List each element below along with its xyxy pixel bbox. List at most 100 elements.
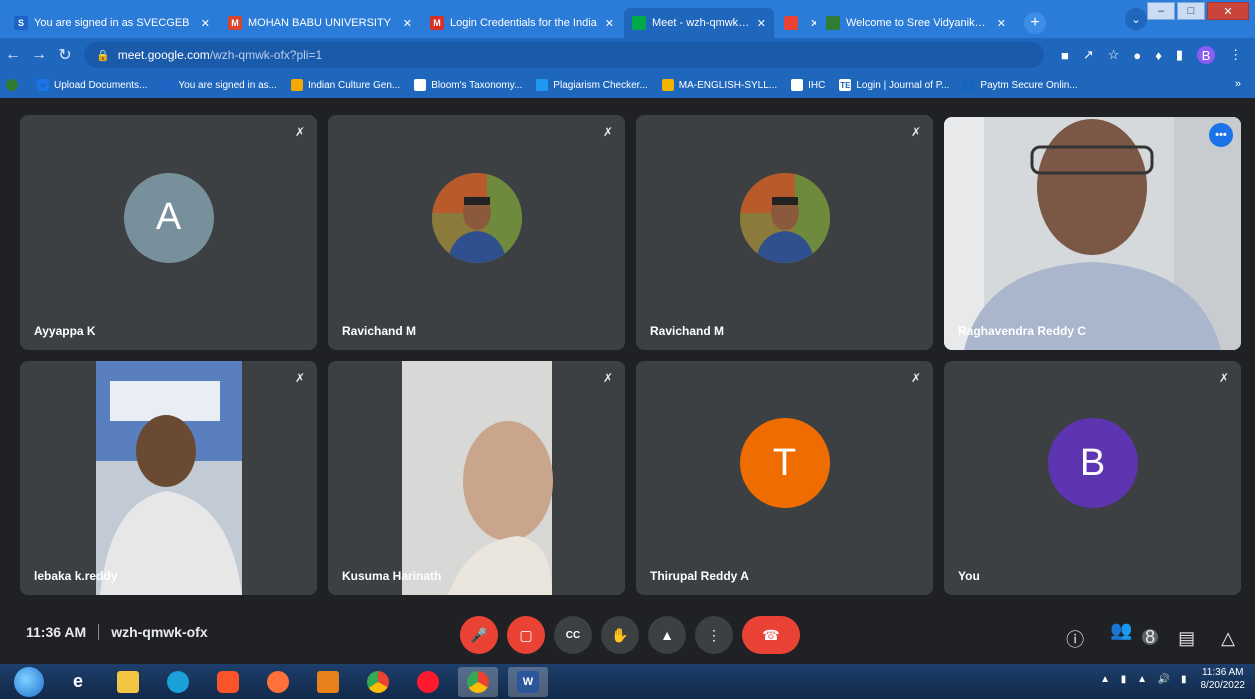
participant-tile[interactable]: ✗ Kusuma Harinath [328, 361, 625, 595]
extensions-puzzle-icon[interactable]: ♦ [1155, 48, 1162, 63]
participant-tile[interactable]: ••• Raghavendra Reddy C [944, 117, 1241, 350]
bookmark-item[interactable]: Indian Culture Gen... [290, 79, 400, 91]
bookmarks-overflow-icon[interactable]: » [1235, 78, 1241, 90]
browser-tab[interactable]: ✕ [776, 8, 816, 38]
meeting-info-icon[interactable]: ⓘ [1066, 626, 1084, 652]
tile-more-options-icon[interactable]: ••• [1209, 123, 1233, 147]
bookmark-item[interactable]: P Paytm Secure Onlin... [963, 79, 1078, 91]
meeting-code: wzh-qmwk-ofx [111, 624, 208, 640]
tab-close-icon[interactable]: ✕ [757, 17, 766, 30]
battery-icon[interactable]: ▮ [1181, 674, 1187, 685]
firefox-icon[interactable] [258, 667, 298, 697]
side-panel-icon[interactable]: ▮ [1176, 47, 1183, 63]
bookmark-item[interactable]: Bloom's Taxonomy... [414, 79, 522, 91]
bookmark-favicon-icon: P [963, 79, 976, 91]
participant-tile[interactable]: A ✗ Ayyappa K [20, 115, 317, 350]
bookmark-item[interactable]: IHC [791, 79, 825, 91]
meet-side-controls: ⓘ 👥 8 ▤ △ [1040, 620, 1235, 657]
tab-title: Login Credentials for the India [450, 17, 597, 29]
bookmark-shield-icon[interactable] [6, 79, 23, 91]
share-icon[interactable]: ↗ [1083, 47, 1094, 63]
word-icon[interactable]: W [508, 666, 548, 697]
system-tray: ▲ ▮ ▲ 🔊 ▮ 11:36 AM 8/20/2022 [1100, 666, 1245, 692]
media-player-icon[interactable] [308, 667, 348, 697]
opera-icon[interactable] [408, 667, 448, 697]
tab-close-icon[interactable]: ✕ [201, 17, 210, 30]
mic-muted-icon: ✗ [910, 371, 921, 385]
url-host: meet.google.com [117, 48, 210, 62]
lock-icon[interactable]: 🔒 [96, 49, 110, 62]
brave-icon[interactable] [208, 667, 248, 697]
mic-muted-icon: ✗ [294, 125, 305, 139]
reload-icon[interactable]: ↻ [52, 45, 78, 65]
edge-icon[interactable] [158, 667, 198, 697]
maximize-button[interactable]: □ [1177, 2, 1205, 20]
participant-photo-avatar [431, 172, 522, 263]
bookmark-label: You are signed in as... [178, 79, 277, 91]
present-screen-button[interactable]: ▲ [648, 616, 686, 654]
raise-hand-button[interactable]: ✋ [601, 616, 639, 654]
taskbar-clock[interactable]: 11:36 AM 8/20/2022 [1201, 666, 1246, 692]
close-window-button[interactable]: ✕ [1207, 2, 1249, 20]
leave-call-button[interactable]: ☎ [742, 616, 800, 654]
tab-title: Welcome to Sree Vidyanikethan [846, 17, 991, 29]
bookmark-label: Plagiarism Checker... [553, 79, 648, 91]
chrome-running-icon[interactable] [458, 666, 498, 697]
network-icon[interactable]: ▮ [1121, 674, 1127, 685]
signal-icon[interactable]: ▲ [1137, 674, 1147, 685]
bookmark-item[interactable]: Plagiarism Checker... [536, 79, 648, 91]
activities-icon[interactable]: △ [1221, 628, 1235, 649]
participant-tile[interactable]: ✗ Ravichand M [636, 115, 933, 350]
tab-title: You are signed in as SVECGEB [34, 17, 190, 29]
new-tab-button[interactable]: + [1024, 12, 1046, 34]
people-icon[interactable]: 👥 8 [1110, 620, 1159, 657]
chrome-icon[interactable] [358, 667, 398, 697]
file-explorer-icon[interactable] [108, 667, 148, 697]
volume-icon[interactable]: 🔊 [1158, 674, 1170, 685]
captions-button[interactable]: CC [554, 616, 592, 654]
address-bar[interactable]: 🔒 meet.google.com/wzh-qmwk-ofx?pli=1 [84, 42, 1044, 68]
bookmark-item[interactable]: ★ Upload Documents... [37, 79, 147, 91]
participant-name: Ayyappa K [34, 324, 96, 338]
browser-tab[interactable]: S You are signed in as SVECGEB ✕ [6, 8, 218, 38]
browser-tab[interactable]: M Login Credentials for the India ✕ [422, 8, 622, 38]
bookmark-label: IHC [808, 79, 826, 91]
forward-icon[interactable]: → [26, 46, 52, 64]
minimize-button[interactable]: – [1147, 2, 1175, 20]
bookmark-item[interactable]: MA-ENGLISH-SYLL... [661, 79, 777, 91]
menu-kebab-icon[interactable]: ⋮ [1229, 47, 1242, 63]
internet-explorer-icon[interactable]: e [58, 667, 98, 697]
participant-tile[interactable]: ✗ Ravichand M [328, 115, 625, 350]
browser-tab[interactable]: Meet - wzh-qmwk-ofx ✕ [624, 8, 774, 38]
more-options-button[interactable]: ⋮ [695, 616, 733, 654]
bookmark-item[interactable]: TE Login | Journal of P... [839, 79, 949, 91]
tray-expand-icon[interactable]: ▲ [1100, 674, 1110, 685]
tab-close-icon[interactable]: ✕ [810, 17, 816, 30]
browser-tab[interactable]: Welcome to Sree Vidyanikethan ✕ [818, 8, 1014, 38]
participant-tile[interactable]: ✗ lebaka k.reddy [20, 361, 317, 595]
mic-muted-icon: ✗ [602, 371, 613, 385]
tab-search-icon[interactable]: ⌄ [1125, 8, 1147, 30]
bookmark-star-icon[interactable]: ☆ [1108, 47, 1120, 63]
tab-close-icon[interactable]: ✕ [403, 17, 412, 30]
extension-shield-icon[interactable]: ● [1133, 48, 1141, 63]
tab-favicon-icon [826, 16, 840, 30]
browser-toolbar: ← → ↻ 🔒 meet.google.com/wzh-qmwk-ofx?pli… [0, 38, 1255, 72]
tab-close-icon[interactable]: ✕ [605, 17, 614, 30]
participant-avatar: B [1047, 418, 1138, 508]
back-icon[interactable]: ← [0, 46, 26, 64]
browser-tab[interactable]: M MOHAN BABU UNIVERSITY ✕ [220, 8, 420, 38]
camera-in-use-icon[interactable]: ■ [1061, 48, 1069, 63]
mic-muted-icon: ✗ [602, 125, 613, 139]
meeting-time: 11:36 AM [26, 624, 87, 640]
participant-tile[interactable]: T ✗ Thirupal Reddy A [636, 361, 933, 595]
start-button[interactable] [14, 666, 44, 697]
profile-avatar[interactable]: B [1197, 46, 1216, 64]
tab-close-icon[interactable]: ✕ [997, 17, 1006, 30]
bookmark-item[interactable]: S You are signed in as... [161, 79, 277, 91]
url-path: /wzh-qmwk-ofx?pli=1 [209, 48, 323, 62]
camera-off-button[interactable]: ▢ [507, 616, 545, 654]
participant-tile[interactable]: B ✗ You [944, 361, 1241, 595]
mic-off-button[interactable]: 🎤 [460, 616, 498, 654]
chat-icon[interactable]: ▤ [1178, 628, 1195, 649]
